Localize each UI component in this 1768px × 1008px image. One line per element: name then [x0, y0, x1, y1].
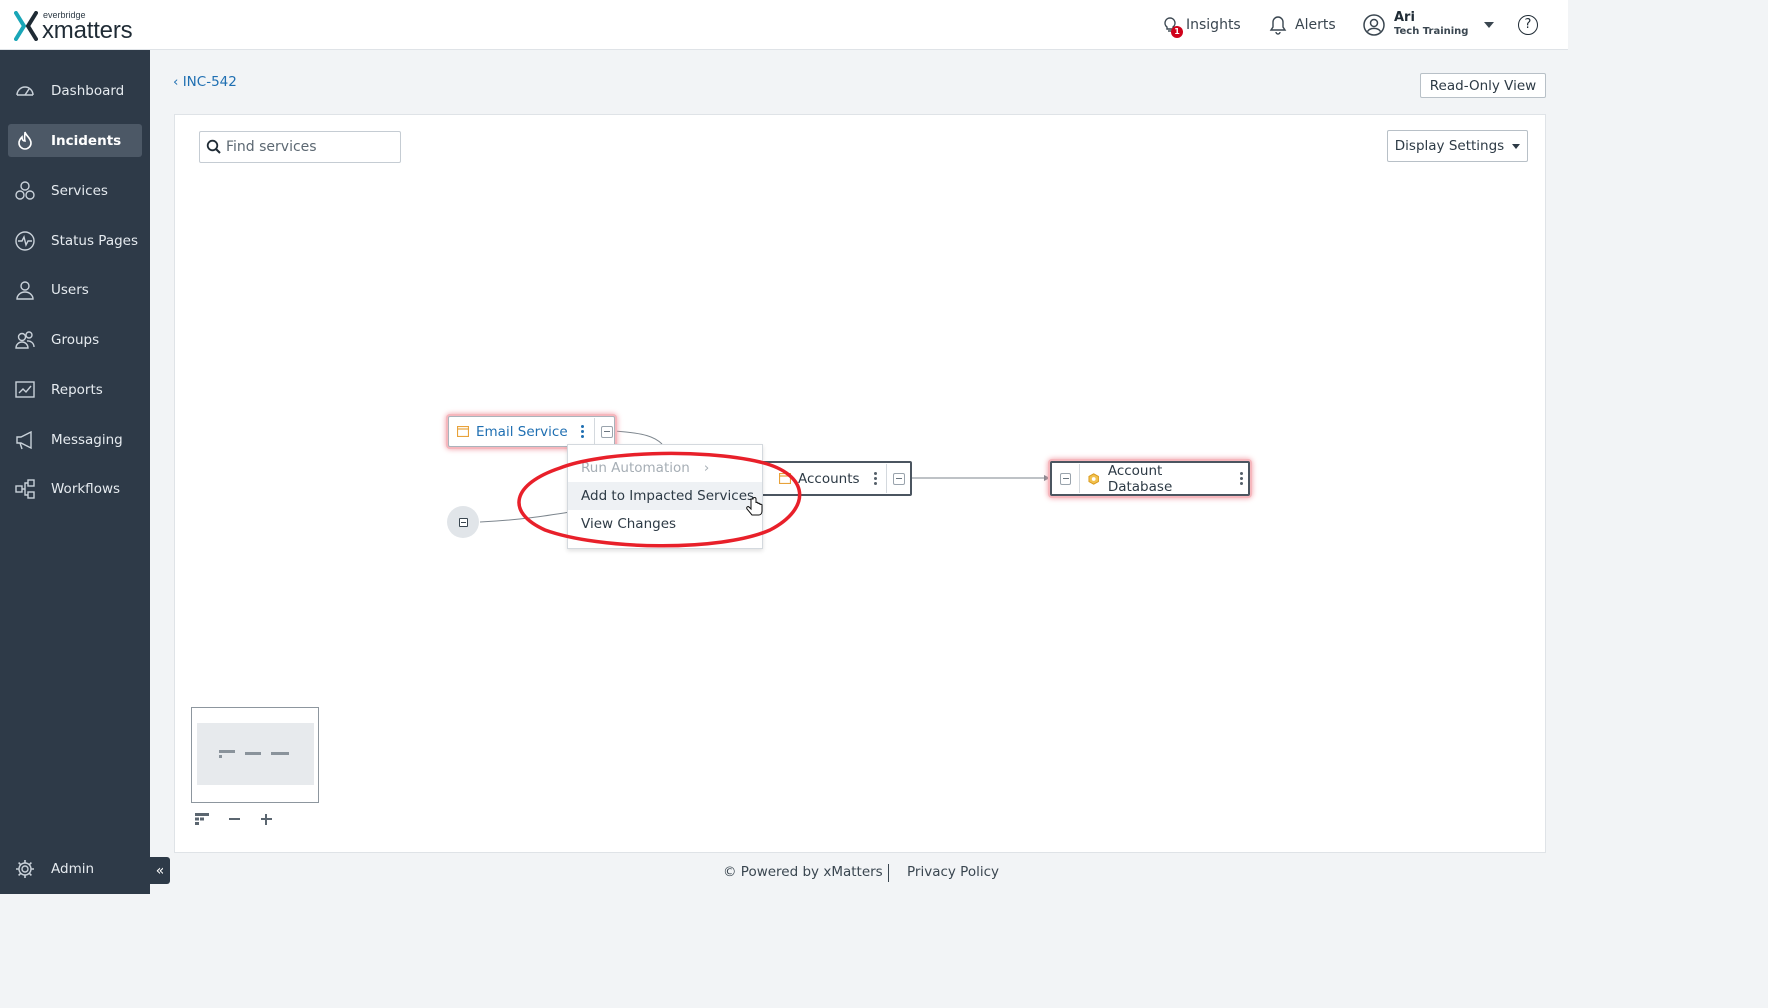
- group-icon: [14, 329, 36, 351]
- breadcrumb[interactable]: ‹ INC-542: [173, 74, 237, 90]
- collapse-node-icon[interactable]: [892, 472, 905, 485]
- megaphone-icon: [14, 429, 36, 451]
- privacy-policy-link[interactable]: Privacy Policy: [907, 864, 999, 880]
- breadcrumb-incident: INC-542: [182, 74, 237, 90]
- sidebar-item-label: Messaging: [51, 431, 123, 448]
- node-email-service[interactable]: Email Service: [448, 416, 615, 447]
- database-icon: [1088, 472, 1100, 485]
- collapsed-node-icon: [458, 517, 468, 527]
- zoom-out-button[interactable]: [225, 810, 243, 828]
- menu-item-label: Add to Impacted Services: [581, 488, 755, 504]
- user-name: Ari: [1394, 10, 1415, 25]
- insights-label: Insights: [1186, 16, 1241, 33]
- pulse-icon: [14, 230, 36, 252]
- read-only-view-label: Read-Only View: [1429, 77, 1537, 94]
- insights-badge: 1: [1171, 25, 1183, 38]
- alerts-label: Alerts: [1295, 16, 1336, 33]
- sidebar-item-users[interactable]: Users: [8, 273, 142, 306]
- display-settings-button[interactable]: Display Settings: [1387, 130, 1528, 162]
- alerts-link[interactable]: Alerts: [1267, 0, 1336, 49]
- flame-icon: [14, 130, 36, 152]
- sidebar-item-status-pages[interactable]: Status Pages: [8, 224, 142, 257]
- node-context-menu: Run Automation › Add to Impacted Service…: [567, 444, 763, 549]
- footer: © Powered by xMatters Privacy Policy: [0, 864, 1568, 884]
- caret-down-icon: [1484, 21, 1495, 28]
- service-icon: [457, 426, 469, 437]
- sidebar-item-reports[interactable]: Reports: [8, 373, 142, 406]
- node-label: Accounts: [798, 470, 860, 487]
- menu-item-label: Run Automation: [581, 460, 690, 476]
- sidebar-item-workflows[interactable]: Workflows: [8, 472, 142, 505]
- sidebar-item-incidents[interactable]: Incidents: [8, 124, 142, 157]
- collapse-node-icon[interactable]: [600, 425, 613, 438]
- sidebar-item-services[interactable]: Services: [8, 174, 142, 207]
- minus-icon: [228, 818, 240, 820]
- service-icon: [779, 473, 791, 484]
- sidebar-item-label: Workflows: [51, 480, 121, 497]
- help-button[interactable]: ?: [1518, 0, 1538, 49]
- display-settings-label: Display Settings: [1394, 138, 1505, 154]
- fit-view-icon: [195, 813, 209, 825]
- chart-icon: [14, 379, 36, 401]
- sidebar: Dashboard Incidents Services Status Page…: [0, 50, 150, 894]
- zoom-in-button[interactable]: [257, 810, 275, 828]
- footer-divider: [888, 864, 889, 882]
- sidebar-item-label: Reports: [51, 381, 103, 398]
- node-label: Account Database: [1107, 462, 1173, 495]
- kebab-menu-icon[interactable]: [576, 424, 590, 440]
- minimap[interactable]: [191, 707, 319, 803]
- node-accounts[interactable]: Accounts: [757, 461, 912, 496]
- help-icon: ?: [1518, 14, 1538, 35]
- node-account-database[interactable]: Account Database: [1050, 461, 1250, 496]
- speedometer-icon: [14, 80, 36, 102]
- hexagons-icon: [14, 180, 36, 202]
- sidebar-item-label: Dashboard: [51, 82, 125, 99]
- plus-icon: [260, 813, 272, 825]
- sidebar-item-label: Incidents: [51, 132, 122, 149]
- bell-icon: [1269, 15, 1287, 35]
- search-input[interactable]: [226, 139, 396, 155]
- search-icon: [206, 139, 221, 154]
- collapsed-node[interactable]: [447, 506, 479, 538]
- xmatters-logo-icon: [14, 11, 38, 41]
- node-label: Email Service: [476, 423, 568, 440]
- user-org: Tech Training: [1394, 26, 1469, 37]
- caret-down-icon: [1512, 143, 1521, 149]
- workflow-icon: [14, 478, 36, 500]
- sidebar-item-label: Services: [51, 182, 108, 199]
- chevron-right-icon: ›: [703, 460, 710, 476]
- user-circle-icon: [1363, 13, 1385, 36]
- menu-item-run-automation: Run Automation ›: [568, 454, 762, 482]
- fit-view-button[interactable]: [193, 810, 211, 828]
- kebab-menu-icon[interactable]: [1235, 471, 1248, 487]
- kebab-menu-icon[interactable]: [869, 471, 883, 487]
- expand-node-icon[interactable]: [1060, 472, 1072, 485]
- sidebar-item-label: Status Pages: [51, 232, 139, 249]
- sidebar-item-messaging[interactable]: Messaging: [8, 423, 142, 456]
- sidebar-item-groups[interactable]: Groups: [8, 323, 142, 356]
- insights-link[interactable]: 1 Insights: [1160, 0, 1241, 49]
- sidebar-item-dashboard[interactable]: Dashboard: [8, 74, 142, 107]
- menu-item-label: View Changes: [581, 516, 677, 532]
- user-menu[interactable]: Ari Tech Training: [1362, 0, 1500, 49]
- read-only-view-button[interactable]: Read-Only View: [1420, 73, 1546, 98]
- chevron-left-icon: ‹: [173, 74, 183, 90]
- sidebar-item-label: Users: [51, 281, 89, 298]
- xmatters-logo[interactable]: everbridge xmatters: [14, 9, 154, 44]
- logo-text: xmatters: [42, 17, 133, 44]
- menu-item-add-to-impacted-services[interactable]: Add to Impacted Services: [568, 482, 762, 510]
- sidebar-item-label: Groups: [51, 331, 100, 348]
- minimap-viewport: [197, 723, 314, 785]
- find-services-search[interactable]: [199, 131, 401, 163]
- user-icon: [14, 279, 36, 301]
- powered-by-text: © Powered by xMatters: [723, 864, 883, 880]
- menu-item-view-changes[interactable]: View Changes: [568, 510, 762, 538]
- top-bar: everbridge xmatters 1 Insights Alerts Ar…: [0, 0, 1568, 50]
